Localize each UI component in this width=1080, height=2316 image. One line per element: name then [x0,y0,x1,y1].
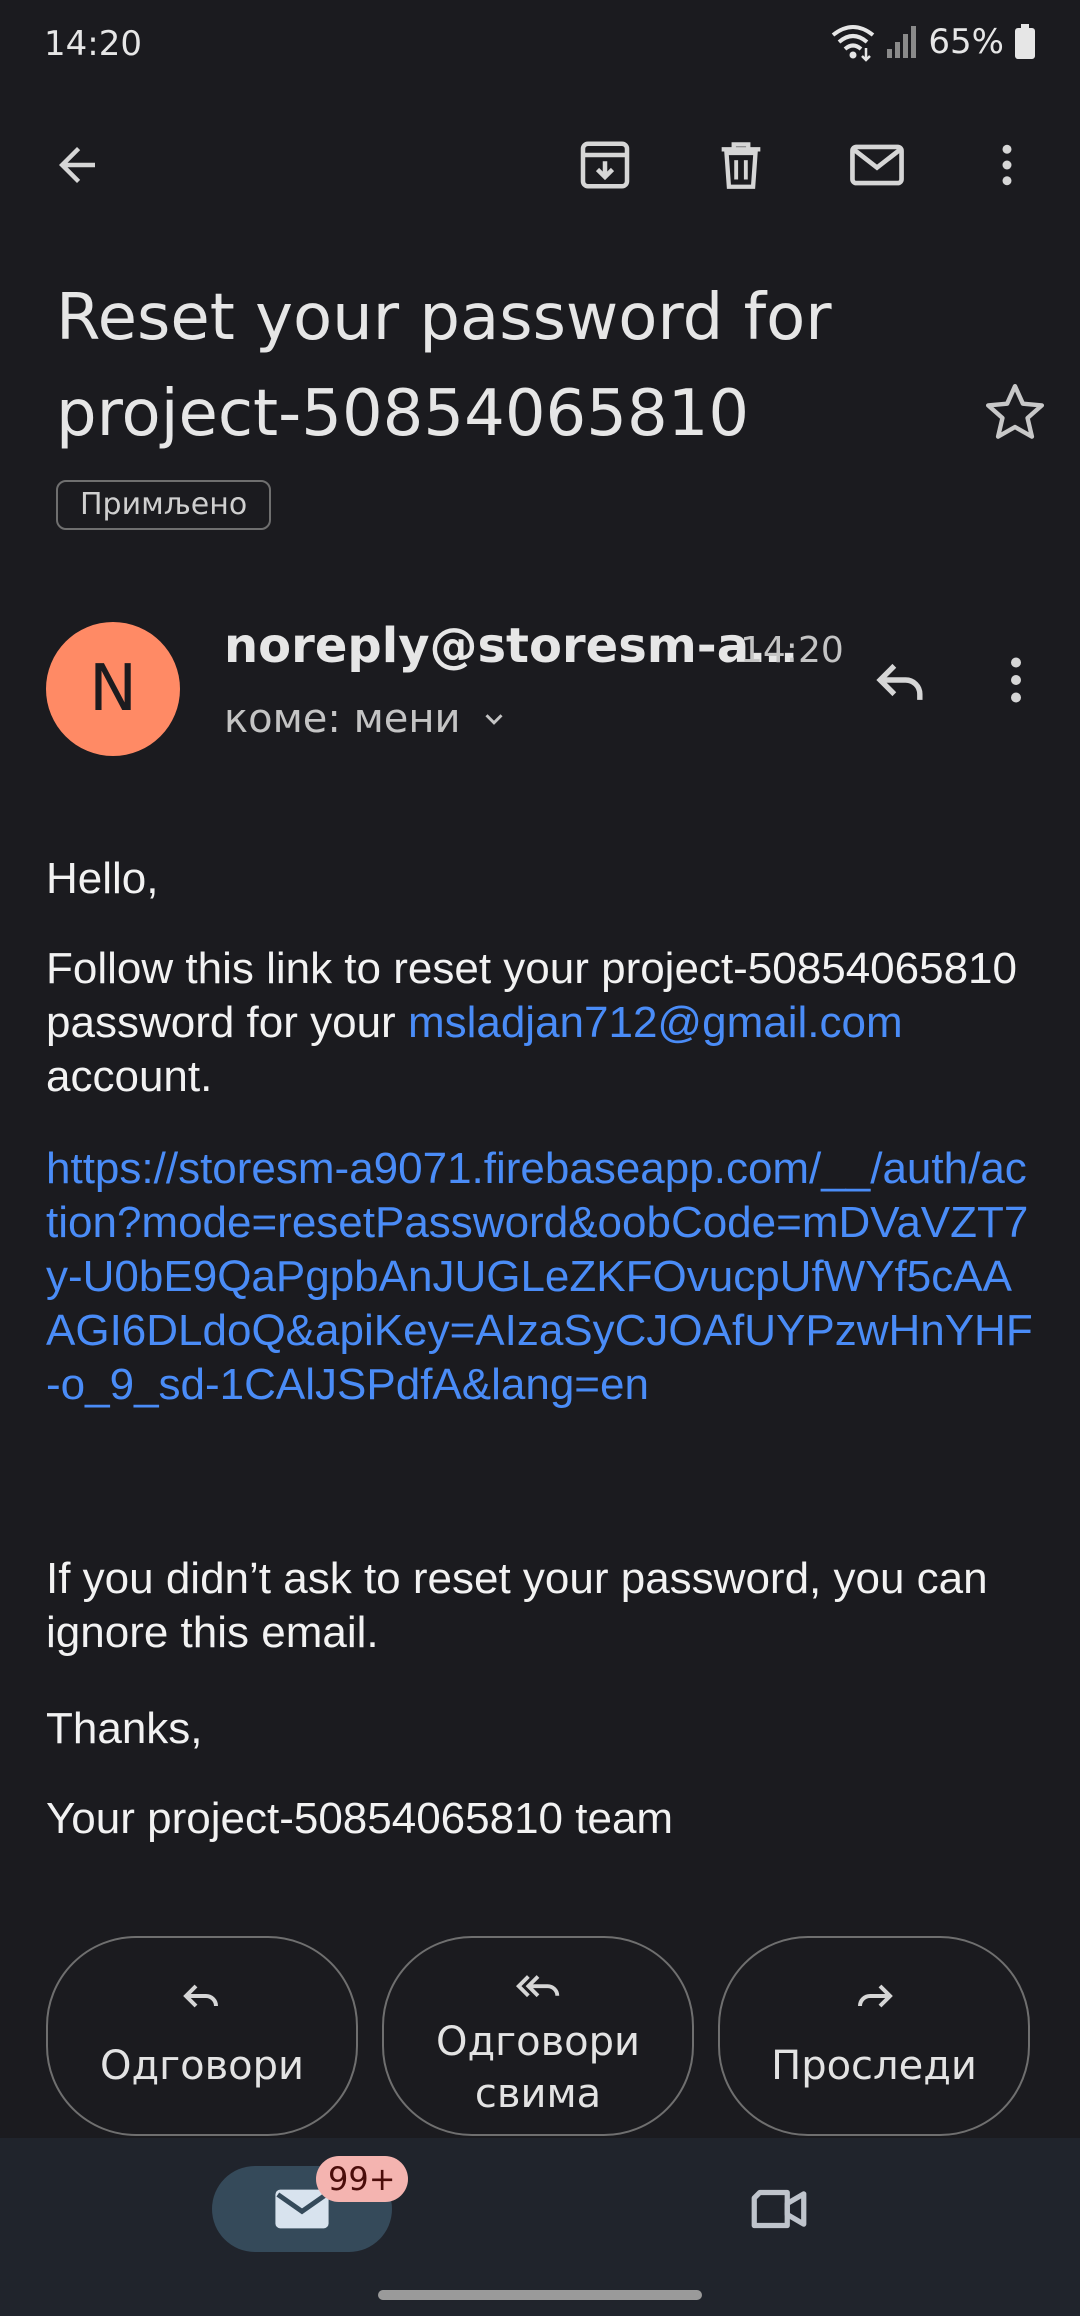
reply-label: Одговори [99,2043,305,2089]
sender-avatar[interactable]: N [46,622,180,756]
reply-all-label-line2: свима [474,2071,602,2117]
reply-icon[interactable] [866,646,934,714]
reply-icon [183,1984,218,2008]
recipient-details[interactable]: коме: мени [224,696,509,742]
unread-count-badge: 99+ [316,2156,408,2202]
back-icon[interactable] [44,132,110,198]
email-subject: Reset your password for project-50854065… [56,281,832,451]
video-icon[interactable] [746,2176,812,2242]
more-vert-icon[interactable] [986,646,1046,714]
body-ignore: If you didn’t ask to reset your password… [46,1554,988,1657]
battery-icon [1015,24,1035,59]
star-icon[interactable] [980,378,1050,448]
forward-button[interactable]: Проследи [718,1936,1030,2136]
status-bar: 14:20 65% [0,0,1080,92]
chevron-down-icon [484,714,503,725]
recipient-text: коме: мени [224,696,461,742]
reply-button[interactable]: Одговори [46,1936,358,2136]
status-icons: 65% [830,22,1036,62]
body-instructions: Follow this link to reset your project-5… [46,942,1036,1104]
body-greeting: Hello, [46,854,159,903]
mark-unread-icon[interactable] [844,132,910,198]
inbox-label-chip[interactable]: Примљено [56,480,272,530]
reset-password-link[interactable]: https://storesm-a9071.firebaseapp.com/__… [46,1144,1033,1409]
status-time: 14:20 [44,24,142,64]
more-vert-icon[interactable] [974,132,1040,198]
sent-time: 14:20 [740,630,844,671]
sender-name[interactable]: noreply@storesm-a… [224,618,797,674]
email-address-link[interactable]: msladjan712@gmail.com [408,998,903,1047]
wifi-icon [832,25,875,62]
reply-all-icon [515,1975,560,1998]
battery-level: 65% [928,22,1004,62]
forward-icon [858,1984,893,2008]
reply-all-label-line1: Одговори [435,2019,641,2065]
reset-link-paragraph: https://storesm-a9071.firebaseapp.com/__… [46,1142,1036,1412]
home-indicator[interactable] [378,2290,702,2300]
delete-icon[interactable] [708,132,774,198]
signal-icon [887,26,917,58]
archive-icon[interactable] [572,132,638,198]
reply-all-button[interactable]: Одговори свима [382,1936,694,2136]
body-signature: Your project-50854065810 team [46,1794,674,1843]
body-instructions-suffix: account. [46,1052,213,1101]
body-thanks: Thanks, [46,1704,203,1753]
forward-label: Проследи [771,2043,977,2089]
toolbar [0,120,1080,210]
